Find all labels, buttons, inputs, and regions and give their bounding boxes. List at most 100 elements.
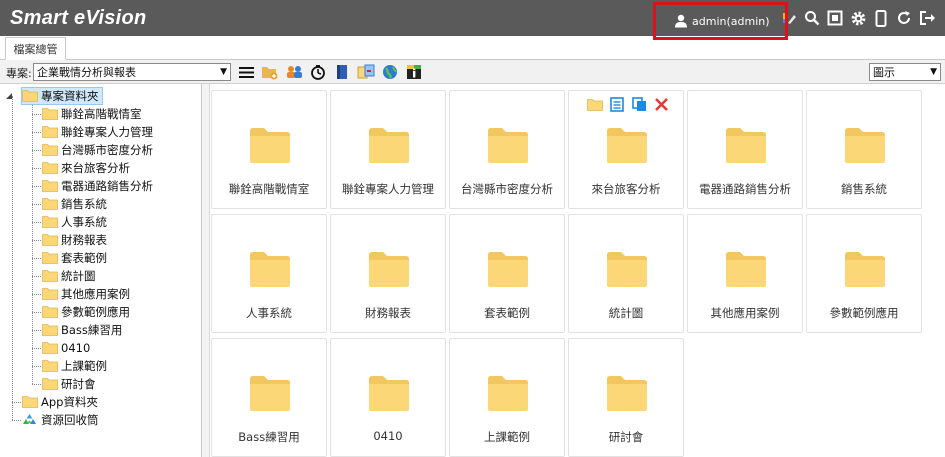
folder-icon xyxy=(606,251,648,291)
tree-item[interactable]: 統計圖 xyxy=(42,267,96,285)
tree-item[interactable]: 其他應用案例 xyxy=(42,285,130,303)
folder-card[interactable]: 上課範例 xyxy=(449,338,565,457)
folder-card[interactable]: 人事系統 xyxy=(211,214,327,333)
view-select-value: 圖示 xyxy=(873,66,895,79)
folder-icon xyxy=(844,127,886,167)
folder-card[interactable]: 0410 xyxy=(330,338,446,457)
folder-icon xyxy=(368,127,410,167)
folder-card[interactable]: 聯銓專案人力管理 xyxy=(330,90,446,209)
folder-icon xyxy=(844,251,886,291)
gear-icon[interactable] xyxy=(849,8,867,28)
folder-icon xyxy=(42,359,58,373)
folder-card[interactable]: 銷售系統 xyxy=(806,90,922,209)
import-icon[interactable] xyxy=(357,63,375,81)
list-icon[interactable] xyxy=(237,63,255,81)
folder-card[interactable]: 其他應用案例 xyxy=(687,214,803,333)
app-brand: Smart eVision xyxy=(10,7,147,29)
project-label: 專案: xyxy=(6,67,32,80)
folder-card[interactable]: 統計圖 xyxy=(568,214,684,333)
tree-item[interactable]: 來台旅客分析 xyxy=(42,159,130,177)
permission-icon[interactable] xyxy=(285,63,303,81)
tree-item-label: 套表範例 xyxy=(61,251,107,265)
user-label: admin(admin) xyxy=(692,14,770,28)
folder-card[interactable]: 來台旅客分析 xyxy=(568,90,684,209)
tree-item[interactable]: 台灣縣市密度分析 xyxy=(42,141,153,159)
folder-card[interactable]: 聯銓高階戰情室 xyxy=(211,90,327,209)
folder-card[interactable]: 財務報表 xyxy=(330,214,446,333)
tab-file-manager[interactable]: 檔案總管 xyxy=(5,37,66,60)
copy-icon[interactable] xyxy=(631,96,647,112)
tree-item[interactable]: 參數範例應用 xyxy=(42,303,130,321)
new-folder-icon[interactable] xyxy=(261,63,279,81)
tree-item-app-folder[interactable]: App資料夾 xyxy=(22,393,98,411)
tree-item-label: 聯銓專案人力管理 xyxy=(61,125,153,139)
fullscreen-icon[interactable] xyxy=(826,8,844,28)
tree-item-label: 專案資料夾 xyxy=(41,89,99,103)
folder-icon xyxy=(42,323,58,337)
folder-icon xyxy=(42,233,58,247)
tree-item-label: 研討會 xyxy=(61,377,96,391)
refresh-icon[interactable] xyxy=(895,8,913,28)
tree-item[interactable]: 聯銓專案人力管理 xyxy=(42,123,153,141)
tree-item-label: Bass練習用 xyxy=(61,323,123,337)
tree-item[interactable]: 財務報表 xyxy=(42,231,107,249)
folder-card-label: 套表範例 xyxy=(484,306,530,320)
folder-icon xyxy=(249,375,291,415)
folder-card-label: 研討會 xyxy=(608,430,644,444)
folder-card-label: 來台旅客分析 xyxy=(591,182,661,196)
tree-item-label: 聯銓高階戰情室 xyxy=(61,107,142,121)
folder-open-icon xyxy=(22,89,38,103)
folder-tree: 專案資料夾聯銓高階戰情室 聯銓專案人力管理台灣縣市密度分析 來台旅客分析 電器通路銷售… xyxy=(0,84,202,457)
folder-icon xyxy=(42,251,58,265)
folder-card[interactable]: 電器通路銷售分析 xyxy=(687,90,803,209)
tree-item[interactable]: 套表範例 xyxy=(42,249,107,267)
tree-item[interactable]: 人事系統 xyxy=(42,213,107,231)
folder-card-label: 電器通路銷售分析 xyxy=(699,182,791,196)
folder-icon xyxy=(368,375,410,415)
search-icon[interactable] xyxy=(803,8,821,28)
info-icon[interactable] xyxy=(405,63,423,81)
folder-icon xyxy=(22,395,38,409)
globe-icon[interactable] xyxy=(381,63,399,81)
folder-card-label: 聯銓專案人力管理 xyxy=(342,182,434,196)
tree-connector xyxy=(32,348,41,349)
project-select[interactable]: 企業戰情分析與報表 ▼ xyxy=(33,63,231,81)
book-icon[interactable] xyxy=(333,63,351,81)
tree-connector xyxy=(32,366,41,367)
open-folder-icon[interactable] xyxy=(587,96,603,112)
properties-icon[interactable] xyxy=(609,96,625,112)
delete-icon[interactable] xyxy=(653,96,669,112)
folder-card-label: Bass練習用 xyxy=(238,430,300,444)
toolbar: 專案: 企業戰情分析與報表 ▼ 圖示 ▼ xyxy=(0,60,945,84)
mobile-icon[interactable] xyxy=(872,8,890,28)
folder-card-label: 人事系統 xyxy=(246,306,292,320)
folder-card[interactable]: 套表範例 xyxy=(449,214,565,333)
project-select-value: 企業戰情分析與報表 xyxy=(37,66,136,79)
folder-icon xyxy=(487,375,529,415)
tree-item[interactable]: 0410 xyxy=(42,339,90,357)
tree-item[interactable]: 電器通路銷售分析 xyxy=(42,177,153,195)
folder-icon xyxy=(249,127,291,167)
folder-icon xyxy=(42,341,58,355)
tree-item[interactable]: 銷售系統 xyxy=(42,195,107,213)
folder-card-label: 統計圖 xyxy=(608,306,644,320)
tree-root-project-folder[interactable]: 專案資料夾 xyxy=(21,87,103,105)
folder-card[interactable]: 參數範例應用 xyxy=(806,214,922,333)
tree-scrollbar[interactable] xyxy=(202,84,210,457)
folder-icon xyxy=(42,125,58,139)
view-select[interactable]: 圖示 ▼ xyxy=(869,63,941,81)
tree-item-recycle-bin[interactable]: 資源回收筒 xyxy=(22,411,99,429)
tree-item[interactable]: 上課範例 xyxy=(42,357,107,375)
tree-item-label: App資料夾 xyxy=(41,395,98,409)
folder-icon xyxy=(42,287,58,301)
folder-card[interactable]: 研討會 xyxy=(568,338,684,457)
tree-item[interactable]: Bass練習用 xyxy=(42,321,122,339)
user-menu[interactable]: admin(admin) xyxy=(653,2,788,40)
folder-card[interactable]: 台灣縣市密度分析 xyxy=(449,90,565,209)
logout-icon[interactable] xyxy=(918,8,936,28)
folder-card[interactable]: Bass練習用 xyxy=(211,338,327,457)
tree-connector xyxy=(32,168,41,169)
tree-item[interactable]: 研討會 xyxy=(42,375,96,393)
tree-item[interactable]: 聯銓高階戰情室 xyxy=(42,105,142,123)
timer-icon[interactable] xyxy=(309,63,327,81)
